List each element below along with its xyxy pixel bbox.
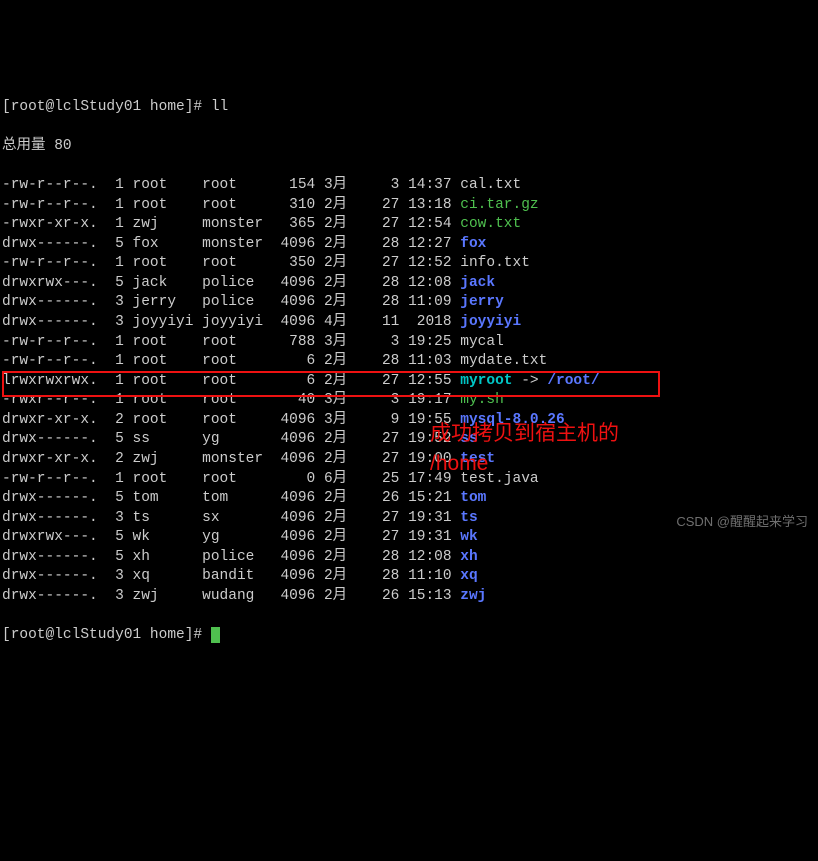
- file-row: drwxr-xr-x. 2 root root 4096 3月 9 19:55 …: [2, 411, 816, 431]
- total-line: 总用量 80: [2, 137, 816, 157]
- file-name: ci.tar.gz: [460, 197, 538, 213]
- file-meta: drwxrwx---. 5 wk yg 4096 2月 27 19:31: [2, 529, 460, 545]
- file-name: xh: [460, 549, 477, 565]
- file-meta: drwxrwx---. 5 jack police 4096 2月 28 12:…: [2, 275, 460, 291]
- file-name: fox: [460, 236, 486, 252]
- file-row: drwx------. 3 jerry police 4096 2月 28 11…: [2, 293, 816, 313]
- file-name: test: [460, 451, 495, 467]
- file-row: lrwxrwxrwx. 1 root root 6 2月 27 12:55 my…: [2, 372, 816, 392]
- symlink-target: /root/: [547, 373, 599, 389]
- file-name: ts: [460, 510, 477, 526]
- file-name: wk: [460, 529, 477, 545]
- file-meta: lrwxrwxrwx. 1 root root 6 2月 27 12:55: [2, 373, 460, 389]
- file-meta: drwx------. 5 xh police 4096 2月 28 12:08: [2, 549, 460, 565]
- prompt-bottom: [root@lclStudy01 home]#: [2, 627, 211, 643]
- file-name: zwj: [460, 588, 486, 604]
- file-row: -rw-r--r--. 1 root root 350 2月 27 12:52 …: [2, 254, 816, 274]
- prompt-bottom-line: [root@lclStudy01 home]#: [2, 626, 816, 646]
- file-meta: -rw-r--r--. 1 root root 788 3月 3 19:25: [2, 334, 460, 350]
- file-row: drwx------. 3 xq bandit 4096 2月 28 11:10…: [2, 567, 816, 587]
- cursor-icon: [211, 627, 220, 643]
- file-row: drwx------. 5 ss yg 4096 2月 27 19:52 ss: [2, 430, 816, 450]
- file-name: ss: [460, 431, 477, 447]
- file-name: cal.txt: [460, 177, 521, 193]
- terminal[interactable]: [root@lclStudy01 home]# ll 总用量 80 -rw-r-…: [0, 78, 818, 665]
- file-row: drwx------. 5 fox monster 4096 2月 28 12:…: [2, 235, 816, 255]
- file-name: tom: [460, 490, 486, 506]
- file-meta: drwx------. 5 ss yg 4096 2月 27 19:52: [2, 431, 460, 447]
- file-row: drwxrwx---. 5 wk yg 4096 2月 27 19:31 wk: [2, 528, 816, 548]
- file-meta: drwx------. 3 zwj wudang 4096 2月 26 15:1…: [2, 588, 460, 604]
- file-meta: drwx------. 5 fox monster 4096 2月 28 12:…: [2, 236, 460, 252]
- file-listing: -rw-r--r--. 1 root root 154 3月 3 14:37 c…: [2, 176, 816, 606]
- file-name: joyyiyi: [460, 314, 521, 330]
- prompt-top: [root@lclStudy01 home]# ll: [2, 99, 228, 115]
- file-row: drwx------. 5 tom tom 4096 2月 26 15:21 t…: [2, 489, 816, 509]
- file-name: cow.txt: [460, 216, 521, 232]
- file-meta: -rw-r--r--. 1 root root 350 2月 27 12:52: [2, 255, 460, 271]
- file-meta: -rwxr--r--. 1 root root 40 3月 3 19:17: [2, 392, 460, 408]
- file-meta: drwx------. 3 ts sx 4096 2月 27 19:31: [2, 510, 460, 526]
- file-name: mysql-8.0.26: [460, 412, 564, 428]
- file-name: test.java: [460, 471, 538, 487]
- file-row: -rwxr-xr-x. 1 zwj monster 365 2月 27 12:5…: [2, 215, 816, 235]
- file-name: jack: [460, 275, 495, 291]
- file-meta: drwx------. 5 tom tom 4096 2月 26 15:21: [2, 490, 460, 506]
- file-row: drwx------. 3 joyyiyi joyyiyi 4096 4月 11…: [2, 313, 816, 333]
- file-name: mydate.txt: [460, 353, 547, 369]
- file-meta: drwxr-xr-x. 2 root root 4096 3月 9 19:55: [2, 412, 460, 428]
- prompt-line: [root@lclStudy01 home]# ll: [2, 98, 816, 118]
- file-row: drwxrwx---. 5 jack police 4096 2月 28 12:…: [2, 274, 816, 294]
- file-name: xq: [460, 568, 477, 584]
- file-name: myroot: [460, 373, 512, 389]
- file-meta: drwx------. 3 xq bandit 4096 2月 28 11:10: [2, 568, 460, 584]
- file-meta: -rw-r--r--. 1 root root 310 2月 27 13:18: [2, 197, 460, 213]
- file-row: -rw-r--r--. 1 root root 788 3月 3 19:25 m…: [2, 333, 816, 353]
- file-row: -rw-r--r--. 1 root root 6 2月 28 11:03 my…: [2, 352, 816, 372]
- file-row: drwx------. 3 ts sx 4096 2月 27 19:31 ts: [2, 509, 816, 529]
- file-name: jerry: [460, 294, 504, 310]
- file-meta: drwxr-xr-x. 2 zwj monster 4096 2月 27 19:…: [2, 451, 460, 467]
- file-row: -rw-r--r--. 1 root root 310 2月 27 13:18 …: [2, 196, 816, 216]
- file-name: info.txt: [460, 255, 530, 271]
- file-meta: -rw-r--r--. 1 root root 154 3月 3 14:37: [2, 177, 460, 193]
- file-meta: drwx------. 3 jerry police 4096 2月 28 11…: [2, 294, 460, 310]
- file-name: mycal: [460, 334, 504, 350]
- file-row: drwxr-xr-x. 2 zwj monster 4096 2月 27 19:…: [2, 450, 816, 470]
- file-row: -rwxr--r--. 1 root root 40 3月 3 19:17 my…: [2, 391, 816, 411]
- file-meta: -rw-r--r--. 1 root root 6 2月 28 11:03: [2, 353, 460, 369]
- file-meta: -rwxr-xr-x. 1 zwj monster 365 2月 27 12:5…: [2, 216, 460, 232]
- file-name: my.sh: [460, 392, 504, 408]
- file-row: -rw-r--r--. 1 root root 154 3月 3 14:37 c…: [2, 176, 816, 196]
- symlink-arrow: ->: [513, 373, 548, 389]
- file-row: drwx------. 5 xh police 4096 2月 28 12:08…: [2, 548, 816, 568]
- file-meta: drwx------. 3 joyyiyi joyyiyi 4096 4月 11…: [2, 314, 460, 330]
- file-row: -rw-r--r--. 1 root root 0 6月 25 17:49 te…: [2, 470, 816, 490]
- file-row: drwx------. 3 zwj wudang 4096 2月 26 15:1…: [2, 587, 816, 607]
- file-meta: -rw-r--r--. 1 root root 0 6月 25 17:49: [2, 471, 460, 487]
